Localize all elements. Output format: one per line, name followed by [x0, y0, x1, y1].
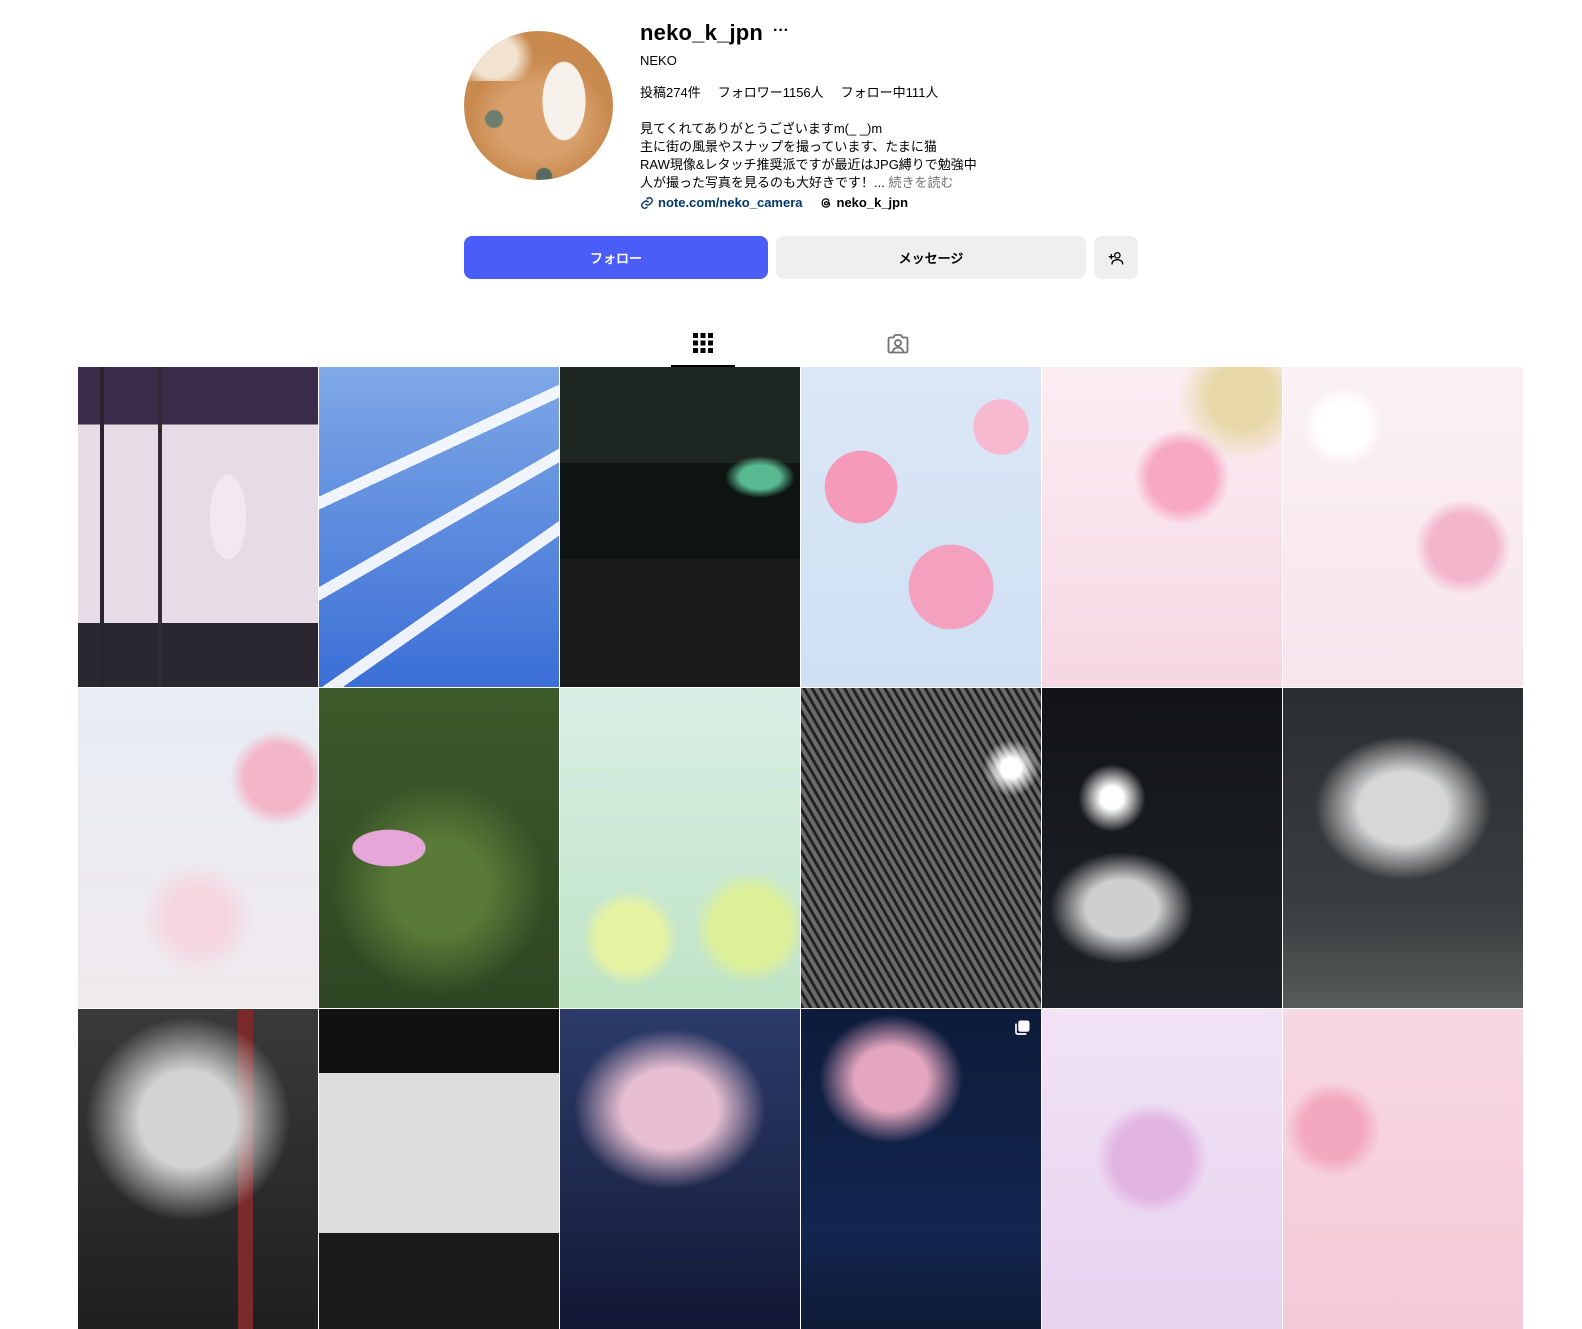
username[interactable]: neko_k_jpn: [640, 20, 763, 46]
profile-tabs: [0, 320, 1582, 368]
threads-icon: [821, 197, 830, 208]
link-icon: [641, 196, 653, 209]
posts-count: 投稿274件: [640, 85, 701, 100]
profile-links: note.com/neko_camera neko_k_jpn: [640, 195, 908, 210]
post-tile[interactable]: [560, 688, 800, 1008]
suggested-users-button[interactable]: [1094, 236, 1138, 279]
bio-line: 見てくれてありがとうございますm(_ _)m: [640, 121, 883, 136]
post-tile[interactable]: [801, 367, 1041, 687]
tab-posts[interactable]: [671, 320, 735, 367]
external-link-text: note.com/neko_camera: [658, 195, 803, 210]
posts-grid: [78, 367, 1523, 1329]
post-tile[interactable]: [1283, 1009, 1523, 1329]
bio-line-text: 人が撮った写真を見るのも大好きです！...: [640, 175, 885, 190]
add-user-icon: [1108, 251, 1124, 265]
profile-stats: 投稿274件 フォロワー1156人 フォロー中111人: [640, 82, 938, 101]
post-tile[interactable]: [801, 1009, 1041, 1329]
external-link[interactable]: note.com/neko_camera: [640, 195, 803, 210]
tab-tagged[interactable]: [866, 320, 930, 367]
multiple-photos-icon: [1015, 1020, 1030, 1035]
threads-link-text: neko_k_jpn: [836, 195, 909, 210]
post-tile[interactable]: [1042, 1009, 1282, 1329]
threads-link[interactable]: neko_k_jpn: [819, 195, 909, 210]
message-button[interactable]: メッセージ: [776, 236, 1086, 279]
post-tile[interactable]: [78, 367, 318, 687]
follow-button[interactable]: フォロー: [464, 236, 768, 279]
post-tile[interactable]: [1042, 367, 1282, 687]
avatar[interactable]: [464, 31, 613, 180]
bio-line: 主に街の風景やスナップを撮っています、たまに猫: [640, 139, 937, 154]
post-tile[interactable]: [1042, 688, 1282, 1008]
bio-line: RAW現像&レタッチ推奨派ですが最近はJPG縛りで勉強中: [640, 157, 977, 172]
post-tile[interactable]: [319, 367, 559, 687]
post-tile[interactable]: [78, 688, 318, 1008]
more-options-icon[interactable]: ···: [773, 22, 789, 40]
profile-header: neko_k_jpn ··· NEKO 投稿274件 フォロワー1156人 フォ…: [0, 0, 1582, 300]
post-tile[interactable]: [1283, 367, 1523, 687]
bio-line: 人が撮った写真を見るのも大好きです！... 続きを読む: [640, 174, 977, 192]
followers-count[interactable]: フォロワー1156人: [718, 82, 824, 101]
bio: 見てくれてありがとうございますm(_ _)m 主に街の風景やスナップを撮っていま…: [640, 120, 977, 192]
following-count[interactable]: フォロー中111人: [841, 82, 939, 101]
post-tile[interactable]: [319, 688, 559, 1008]
post-tile[interactable]: [560, 367, 800, 687]
read-more-link[interactable]: 続きを読む: [888, 175, 953, 190]
grid-icon: [693, 332, 713, 353]
post-tile[interactable]: [560, 1009, 800, 1329]
post-tile[interactable]: [78, 1009, 318, 1329]
post-tile[interactable]: [801, 688, 1041, 1008]
post-tile[interactable]: [319, 1009, 559, 1329]
post-tile[interactable]: [1283, 688, 1523, 1008]
full-name: NEKO: [640, 53, 677, 68]
tagged-icon: [887, 333, 909, 353]
